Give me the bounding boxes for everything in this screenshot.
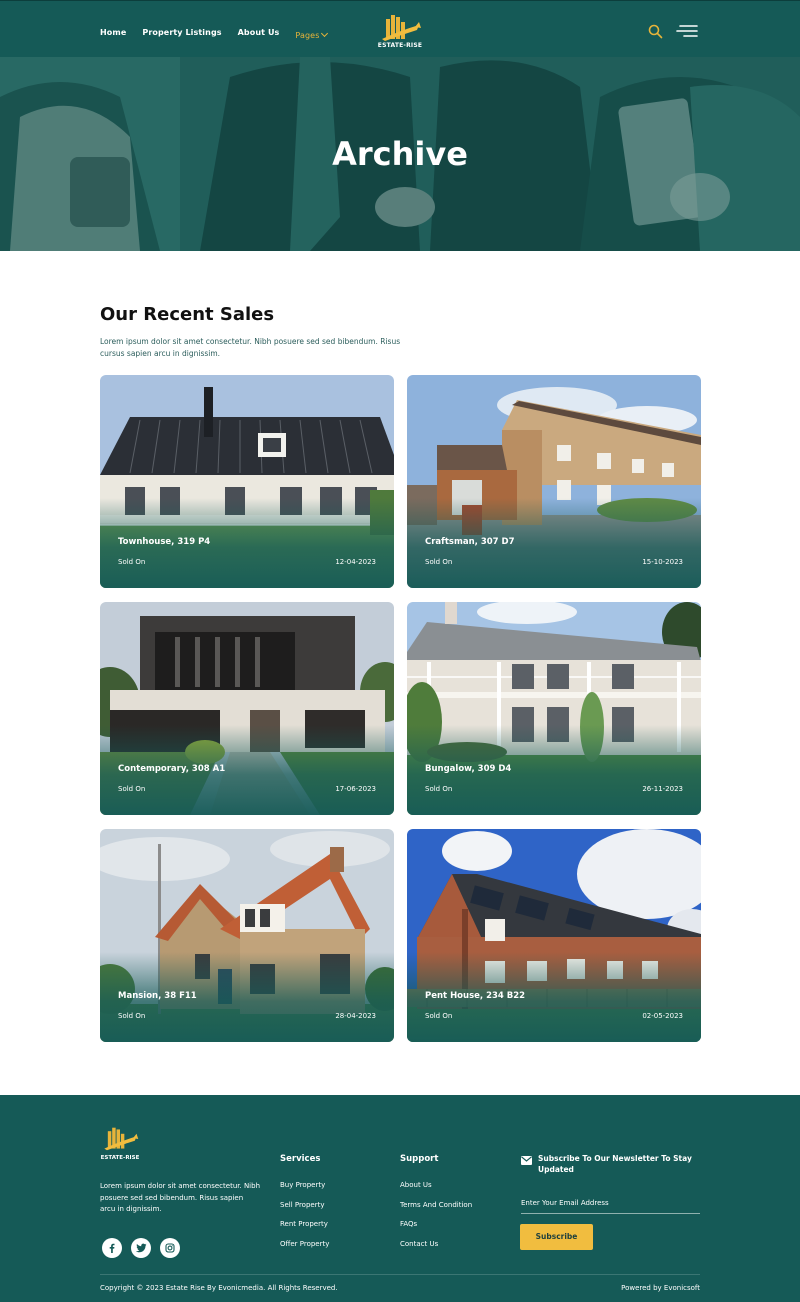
sold-label: Sold On [425, 1012, 453, 1020]
section-description: Lorem ipsum dolor sit amet consectetur. … [100, 337, 401, 358]
sold-label: Sold On [118, 1012, 146, 1020]
mail-icon [521, 1156, 532, 1165]
property-title: Contemporary, 308 A1 [118, 764, 226, 774]
footer-link-terms[interactable]: Terms And Condition [400, 1201, 472, 1221]
support-heading: Support [400, 1154, 439, 1164]
sold-label: Sold On [118, 785, 146, 793]
footer-link-faqs[interactable]: FAQs [400, 1220, 472, 1240]
email-field[interactable]: Enter Your Email Address [521, 1199, 700, 1214]
nav-pages[interactable]: Pages [295, 23, 329, 42]
site-logo[interactable]: ESTATE-RISE [377, 13, 423, 53]
logo-mark [382, 15, 421, 41]
powered-by-text[interactable]: Powered by Evonicsoft [621, 1284, 700, 1292]
property-card[interactable]: Craftsman, 307 D7 Sold On 15-10-2023 [407, 375, 701, 588]
footer-link-rent-property[interactable]: Rent Property [280, 1220, 329, 1240]
nav-pages-label[interactable]: Pages [295, 31, 319, 40]
footer-link-offer-property[interactable]: Offer Property [280, 1240, 329, 1260]
logo-mark [104, 1127, 139, 1151]
search-icon[interactable] [648, 24, 663, 39]
property-card[interactable]: Bungalow, 309 D4 Sold On 26-11-2023 [407, 602, 701, 815]
services-heading: Services [280, 1154, 321, 1164]
main-nav: Home Property Listings About Us Pages [100, 23, 329, 42]
newsletter-heading: Subscribe To Our Newsletter To Stay Upda… [538, 1154, 692, 1174]
property-title: Pent House, 234 B22 [425, 991, 526, 1001]
property-title: Mansion, 38 F11 [118, 991, 197, 1001]
footer-logo[interactable]: ESTATE-RISE [100, 1125, 140, 1165]
footer-link-about-us[interactable]: About Us [400, 1181, 472, 1201]
logo-text: ESTATE-RISE [377, 42, 423, 49]
hero-banner: Archive [0, 57, 800, 251]
property-title: Craftsman, 307 D7 [425, 537, 515, 547]
property-card[interactable]: Pent House, 234 B22 Sold On 02-05-2023 [407, 829, 701, 1042]
nav-about-us[interactable]: About Us [238, 28, 280, 37]
footer-description: Lorem ipsum dolor sit amet consectetur. … [100, 1182, 261, 1213]
chevron-down-icon [321, 29, 329, 38]
sold-date: 15-10-2023 [642, 558, 683, 566]
twitter-icon[interactable] [131, 1238, 151, 1258]
subscribe-button[interactable]: Subscribe [520, 1224, 593, 1250]
property-card[interactable]: Mansion, 38 F11 Sold On 28-04-2023 [100, 829, 394, 1042]
page-title: Archive [332, 135, 468, 173]
nav-property-listings[interactable]: Property Listings [142, 28, 221, 37]
section-title: Our Recent Sales [100, 304, 275, 325]
sold-date: 26-11-2023 [642, 785, 683, 793]
sold-date: 02-05-2023 [642, 1012, 683, 1020]
site-footer: ESTATE-RISE Lorem ipsum dolor sit amet c… [0, 1095, 800, 1302]
facebook-icon[interactable] [102, 1238, 122, 1258]
property-card[interactable]: Townhouse, 319 P4 Sold On 12-04-2023 [100, 375, 394, 588]
property-card[interactable]: Contemporary, 308 A1 Sold On 17-06-2023 [100, 602, 394, 815]
footer-link-contact-us[interactable]: Contact Us [400, 1240, 472, 1260]
support-links: About Us Terms And Condition FAQs Contac… [400, 1181, 472, 1259]
nav-home[interactable]: Home [100, 28, 126, 37]
property-title: Townhouse, 319 P4 [118, 537, 211, 547]
sold-label: Sold On [425, 558, 453, 566]
sold-date: 12-04-2023 [335, 558, 376, 566]
social-links [102, 1238, 180, 1258]
instagram-icon[interactable] [160, 1238, 180, 1258]
footer-link-sell-property[interactable]: Sell Property [280, 1201, 329, 1221]
sold-label: Sold On [118, 558, 146, 566]
site-header: Home Property Listings About Us Pages ES… [0, 0, 800, 57]
services-links: Buy Property Sell Property Rent Property… [280, 1181, 329, 1259]
copyright-text: Copyright © 2023 Estate Rise By Evonicme… [100, 1284, 338, 1292]
sold-label: Sold On [425, 785, 453, 793]
sold-date: 17-06-2023 [335, 785, 376, 793]
sold-date: 28-04-2023 [335, 1012, 376, 1020]
footer-logo-text: ESTATE-RISE [100, 1155, 140, 1161]
property-title: Bungalow, 309 D4 [425, 764, 512, 774]
hamburger-menu-icon[interactable] [676, 24, 698, 38]
footer-link-buy-property[interactable]: Buy Property [280, 1181, 329, 1201]
footer-divider [100, 1274, 700, 1275]
